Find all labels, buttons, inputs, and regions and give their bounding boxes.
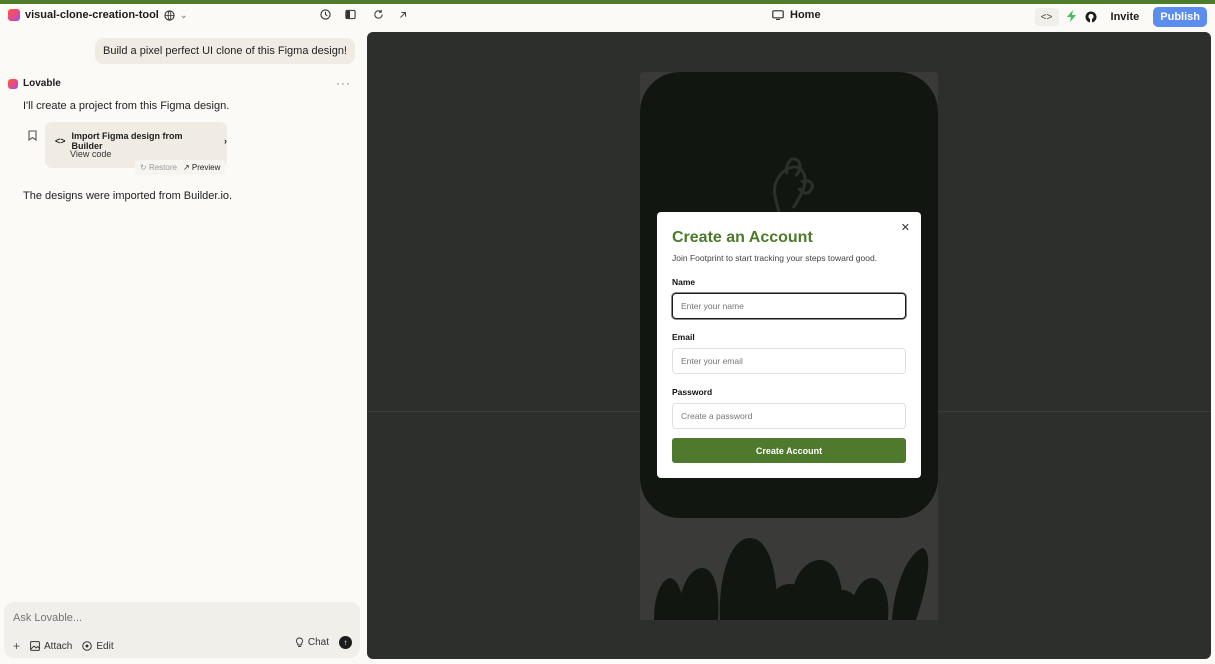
password-field[interactable] xyxy=(672,403,906,429)
edit-icon xyxy=(82,641,93,651)
globe-icon xyxy=(164,9,175,21)
edit-button[interactable]: Edit xyxy=(82,641,114,652)
attach-button[interactable]: Attach xyxy=(30,641,72,652)
restore-icon: ↻ xyxy=(140,163,147,172)
publish-button[interactable]: Publish xyxy=(1153,7,1207,27)
preview-button[interactable]: ↗ Preview xyxy=(183,163,220,172)
card-actions: ↻ Restore ↗ Preview xyxy=(135,160,226,175)
history-icon[interactable] xyxy=(320,9,331,20)
password-label: Password xyxy=(672,387,713,397)
chat-input[interactable] xyxy=(13,612,313,624)
github-icon[interactable] xyxy=(1085,11,1097,23)
modal-subtitle: Join Footprint to start tracking your st… xyxy=(672,253,878,263)
sidebar-toggle-icon[interactable] xyxy=(345,9,356,20)
refresh-icon[interactable] xyxy=(373,9,384,20)
import-card-title: <> Import Figma design from Builder › xyxy=(55,131,227,151)
name-field[interactable] xyxy=(672,293,906,319)
create-account-button[interactable]: Create Account xyxy=(672,438,906,463)
chevron-right-icon: › xyxy=(224,136,227,146)
create-account-modal: ✕ Create an Account Join Footprint to st… xyxy=(657,212,921,478)
send-icon[interactable]: ↑ xyxy=(339,636,352,649)
chat-composer: + Attach Edit Chat ↑ xyxy=(4,602,360,658)
email-label: Email xyxy=(672,332,695,342)
image-icon xyxy=(30,641,40,651)
preview-canvas: ✕ Create an Account Join Footprint to st… xyxy=(367,32,1211,659)
external-link-icon: ↗ xyxy=(182,163,190,172)
chat-mode-button[interactable]: Chat xyxy=(295,637,329,648)
invite-button[interactable]: Invite xyxy=(1105,8,1146,26)
view-code-link[interactable]: View code xyxy=(70,149,111,159)
modal-title: Create an Account xyxy=(672,229,813,246)
lovable-logo xyxy=(8,9,20,21)
email-field[interactable] xyxy=(672,348,906,374)
project-switcher[interactable]: visual-clone-creation-tool ⌄ xyxy=(8,9,187,21)
bushes-illustration xyxy=(640,518,938,620)
code-icon[interactable]: <> xyxy=(1034,8,1059,26)
chevron-down-icon: ⌄ xyxy=(179,9,188,20)
project-name: visual-clone-creation-tool xyxy=(25,9,159,21)
page-selector[interactable]: Home xyxy=(772,9,821,21)
code-icon: <> xyxy=(55,136,66,146)
plus-icon[interactable]: + xyxy=(13,639,20,653)
name-label: Name xyxy=(672,277,696,287)
assistant-message: I'll create a project from this Figma de… xyxy=(23,100,230,112)
lightbulb-icon xyxy=(295,637,303,647)
restore-button[interactable]: ↻ Restore xyxy=(140,163,177,172)
external-link-icon[interactable] xyxy=(398,9,408,20)
assistant-followup: The designs were imported from Builder.i… xyxy=(23,190,233,202)
assistant-name: Lovable xyxy=(23,78,61,89)
more-icon[interactable]: ··· xyxy=(336,76,351,90)
bookmark-icon[interactable] xyxy=(28,130,37,144)
bolt-icon[interactable] xyxy=(1066,9,1077,25)
top-toolbar: visual-clone-creation-tool ⌄ Home <> Inv… xyxy=(0,4,1215,30)
assistant-header: Lovable xyxy=(8,78,61,89)
page-label: Home xyxy=(790,9,821,21)
user-message: Build a pixel perfect UI clone of this F… xyxy=(95,38,355,64)
chat-panel: Build a pixel perfect UI clone of this F… xyxy=(0,30,363,664)
close-icon[interactable]: ✕ xyxy=(901,221,910,234)
monitor-icon xyxy=(772,10,784,20)
lovable-logo xyxy=(8,78,18,89)
